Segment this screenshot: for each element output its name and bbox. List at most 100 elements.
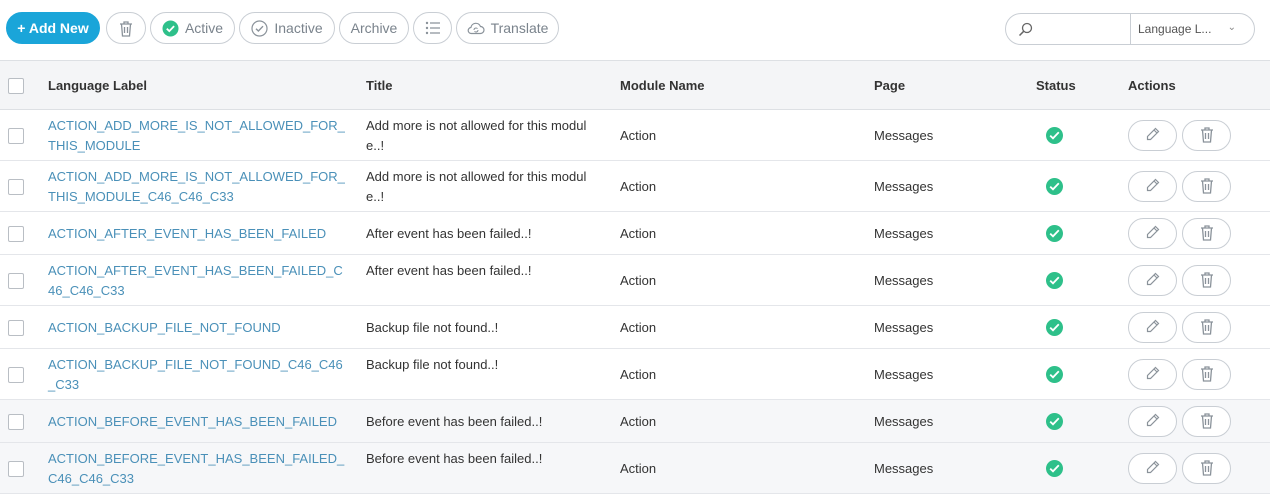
language-label-link[interactable]: ACTION_BEFORE_EVENT_HAS_BEEN_FAILED xyxy=(48,412,348,432)
language-label-link[interactable]: ACTION_AFTER_EVENT_HAS_BEEN_FAILED_C 46_C… xyxy=(48,261,348,301)
column-header-actions: Actions xyxy=(1128,78,1176,93)
inactive-label: Inactive xyxy=(274,20,323,36)
pencil-icon xyxy=(1145,271,1161,290)
column-header-module-name[interactable]: Module Name xyxy=(620,78,705,93)
pencil-icon xyxy=(1145,318,1161,337)
trash-icon xyxy=(1199,126,1215,146)
column-header-page[interactable]: Page xyxy=(874,78,905,93)
table-row[interactable]: ACTION_ADD_MORE_IS_NOT_ALLOWED_FOR_ THIS_… xyxy=(0,110,1270,161)
row-checkbox[interactable] xyxy=(8,413,24,430)
delete-row-button[interactable] xyxy=(1182,453,1231,484)
table-row[interactable]: ACTION_ADD_MORE_IS_NOT_ALLOWED_FOR_ THIS_… xyxy=(0,161,1270,212)
delete-row-button[interactable] xyxy=(1182,218,1231,249)
add-new-button[interactable]: + Add New xyxy=(6,12,100,44)
archive-label: Archive xyxy=(350,20,398,36)
table-row[interactable]: ACTION_AFTER_EVENT_HAS_BEEN_FAILED_C 46_C… xyxy=(0,255,1270,306)
language-label-link[interactable]: ACTION_ADD_MORE_IS_NOT_ALLOWED_FOR_ THIS_… xyxy=(48,116,348,156)
status-active-icon[interactable] xyxy=(1046,178,1063,195)
language-label-link[interactable]: ACTION_BACKUP_FILE_NOT_FOUND_C46_C46 _C33 xyxy=(48,355,348,395)
language-label-line: ACTION_ADD_MORE_IS_NOT_ALLOWED_FOR_ xyxy=(48,168,345,184)
search-icon xyxy=(1018,22,1033,40)
row-checkbox[interactable] xyxy=(8,225,24,242)
title-line: After event has been failed..! xyxy=(366,225,532,241)
pencil-icon xyxy=(1145,365,1161,384)
table-row[interactable]: ACTION_BACKUP_FILE_NOT_FOUND_C46_C46 _C33… xyxy=(0,349,1270,400)
delete-row-button[interactable] xyxy=(1182,265,1231,296)
table-row[interactable]: ACTION_AFTER_EVENT_HAS_BEEN_FAILED After … xyxy=(0,212,1270,255)
row-checkbox[interactable] xyxy=(8,366,24,383)
edit-button[interactable] xyxy=(1128,218,1177,249)
title-cell: Before event has been failed..! xyxy=(366,412,594,432)
edit-button[interactable] xyxy=(1128,265,1177,296)
page-cell: Messages xyxy=(874,460,934,476)
status-active-icon[interactable] xyxy=(1046,225,1063,242)
search-field-select[interactable]: Language L... ⌄ xyxy=(1138,14,1250,44)
trash-icon xyxy=(1199,459,1215,479)
language-label-line: THIS_MODULE xyxy=(48,137,141,153)
status-active-icon[interactable] xyxy=(1046,460,1063,477)
language-label-line: ACTION_ADD_MORE_IS_NOT_ALLOWED_FOR_ xyxy=(48,117,345,133)
edit-button[interactable] xyxy=(1128,312,1177,343)
status-active-icon[interactable] xyxy=(1046,319,1063,336)
language-label-line: 46_C46_C33 xyxy=(48,282,125,298)
table-row[interactable]: ACTION_BEFORE_EVENT_HAS_BEEN_FAILED_ C46_… xyxy=(0,443,1270,494)
search-field-select-value: Language L... xyxy=(1138,22,1212,36)
language-label-line: ACTION_AFTER_EVENT_HAS_BEEN_FAILED xyxy=(48,225,327,241)
table-row[interactable]: ACTION_BACKUP_FILE_NOT_FOUND Backup file … xyxy=(0,306,1270,349)
edit-button[interactable] xyxy=(1128,120,1177,151)
translate-button[interactable]: Translate xyxy=(456,12,559,44)
table-row[interactable]: ACTION_BEFORE_EVENT_HAS_BEEN_FAILED Befor… xyxy=(0,400,1270,443)
pencil-icon xyxy=(1145,177,1161,196)
module-name-cell: Action xyxy=(620,127,657,143)
select-all-checkbox[interactable] xyxy=(8,78,24,94)
module-name-cell: Action xyxy=(620,272,657,288)
title-line: Before event has been failed..! xyxy=(366,413,543,429)
edit-button[interactable] xyxy=(1128,359,1177,390)
module-name-cell: Action xyxy=(620,460,657,476)
archive-button[interactable]: Archive xyxy=(339,12,409,44)
active-button[interactable]: Active xyxy=(150,12,235,44)
title-cell: Backup file not found..! xyxy=(366,355,594,375)
status-active-icon[interactable] xyxy=(1046,413,1063,430)
language-label-line: ACTION_BEFORE_EVENT_HAS_BEEN_FAILED_ xyxy=(48,450,345,466)
delete-button[interactable] xyxy=(106,12,146,44)
delete-row-button[interactable] xyxy=(1182,171,1231,202)
column-header-status[interactable]: Status xyxy=(1036,78,1076,93)
pencil-icon xyxy=(1145,224,1161,243)
delete-row-button[interactable] xyxy=(1182,406,1231,437)
delete-row-button[interactable] xyxy=(1182,120,1231,151)
row-checkbox[interactable] xyxy=(8,178,24,195)
edit-button[interactable] xyxy=(1128,406,1177,437)
language-label-link[interactable]: ACTION_BACKUP_FILE_NOT_FOUND xyxy=(48,318,348,338)
row-checkbox[interactable] xyxy=(8,460,24,477)
status-active-icon[interactable] xyxy=(1046,127,1063,144)
list-view-button[interactable] xyxy=(413,12,452,44)
search-box: Language L... ⌄ xyxy=(1005,13,1255,45)
language-label-link[interactable]: ACTION_BEFORE_EVENT_HAS_BEEN_FAILED_ C46_… xyxy=(48,449,348,489)
row-checkbox[interactable] xyxy=(8,272,24,289)
delete-row-button[interactable] xyxy=(1182,359,1231,390)
edit-button[interactable] xyxy=(1128,453,1177,484)
status-active-icon[interactable] xyxy=(1046,366,1063,383)
column-header-title[interactable]: Title xyxy=(366,78,393,93)
inactive-button[interactable]: Inactive xyxy=(239,12,335,44)
status-active-icon[interactable] xyxy=(1046,272,1063,289)
column-header-language-label[interactable]: Language Label xyxy=(48,78,147,93)
title-line: e..! xyxy=(366,137,385,153)
language-label-line: ACTION_BACKUP_FILE_NOT_FOUND xyxy=(48,319,281,335)
search-input[interactable] xyxy=(1036,15,1126,43)
language-label-line: THIS_MODULE_C46_C46_C33 xyxy=(48,188,234,204)
delete-row-button[interactable] xyxy=(1182,312,1231,343)
page-cell: Messages xyxy=(874,413,934,429)
pencil-icon xyxy=(1145,459,1161,478)
language-label-link[interactable]: ACTION_ADD_MORE_IS_NOT_ALLOWED_FOR_ THIS_… xyxy=(48,167,348,207)
row-checkbox[interactable] xyxy=(8,319,24,336)
edit-button[interactable] xyxy=(1128,171,1177,202)
page-cell: Messages xyxy=(874,366,934,382)
language-label-line: _C33 xyxy=(48,376,80,392)
row-checkbox[interactable] xyxy=(8,127,24,144)
page-cell: Messages xyxy=(874,319,934,335)
check-circle-outline-icon xyxy=(251,19,268,37)
trash-icon xyxy=(1199,271,1215,291)
language-label-link[interactable]: ACTION_AFTER_EVENT_HAS_BEEN_FAILED xyxy=(48,224,348,244)
